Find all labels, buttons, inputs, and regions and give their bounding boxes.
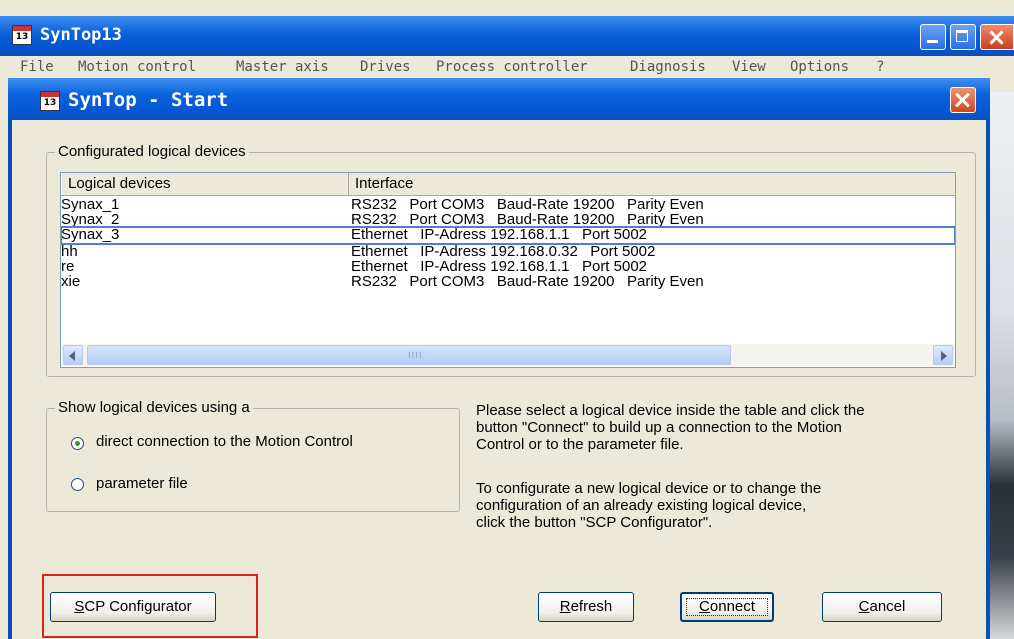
app-icon[interactable]: 13 (12, 25, 32, 45)
instruction-line: button "Connect" to build up a connectio… (476, 419, 842, 436)
device-interface: Ethernet IP-Adress 192.168.1.1 Port 5002 (351, 226, 648, 243)
refresh-button-mnemonic: R (559, 598, 571, 615)
show-devices-group: Show logical devices using a (46, 399, 460, 512)
connect-button[interactable]: Connect (680, 592, 774, 622)
cancel-button[interactable]: Cancel (822, 592, 942, 622)
device-name: Synax_1 (61, 196, 120, 213)
table-row[interactable]: xie RS232 Port COM3 Baud-Rate 19200 Pari… (61, 274, 955, 289)
device-name: hh (61, 243, 78, 260)
close-icon[interactable] (980, 24, 1014, 50)
menu-help[interactable]: ? (876, 59, 884, 75)
device-name: re (61, 258, 75, 275)
dialog-titlebar[interactable]: 13 SynTop - Start (8, 78, 990, 120)
scroll-right-button[interactable] (933, 345, 953, 365)
menu-options[interactable]: Options (790, 59, 849, 75)
table-row[interactable]: Synax_1 RS232 Port COM3 Baud-Rate 19200 … (61, 197, 955, 212)
table-row[interactable]: re Ethernet IP-Adress 192.168.1.1 Port 5… (61, 259, 955, 274)
scroll-grip: IIII (408, 351, 423, 361)
instruction-line: configuration of an already existing log… (476, 497, 807, 514)
chevron-left-icon (69, 351, 75, 361)
device-name: xie (61, 273, 81, 290)
menubar: File Motion control Master axis Drives P… (0, 56, 1014, 78)
cancel-button-mnemonic: C (858, 598, 870, 615)
column-header-logical-devices[interactable]: Logical devices (61, 173, 349, 195)
device-name: Synax_3 (61, 226, 120, 243)
main-titlebar[interactable] (0, 16, 1014, 56)
menu-file[interactable]: File (20, 59, 54, 75)
focus-rectangle (686, 598, 768, 616)
device-interface: Ethernet IP-Adress 192.168.1.1 Port 5002 (351, 258, 648, 275)
radio-direct-connection[interactable] (71, 437, 84, 450)
instruction-line: Please select a logical device inside th… (476, 402, 865, 419)
cancel-button-label: ancel (869, 598, 906, 615)
menu-process-controller[interactable]: Process controller (436, 59, 588, 75)
dialog-icon-label: 13 (43, 98, 57, 108)
table-row-selected[interactable]: Synax_3 Ethernet IP-Adress 192.168.1.1 P… (61, 226, 955, 245)
devices-group-legend: Configurated logical devices (55, 143, 249, 160)
device-interface: Ethernet IP-Adress 192.168.0.32 Port 500… (351, 243, 656, 260)
menu-master-axis[interactable]: Master axis (236, 59, 329, 75)
show-group-legend: Show logical devices using a (55, 399, 253, 416)
menu-view[interactable]: View (732, 59, 766, 75)
device-interface: RS232 Port COM3 Baud-Rate 19200 Parity E… (351, 273, 704, 290)
scroll-left-button[interactable] (63, 345, 83, 365)
refresh-button-label: efresh (570, 598, 613, 615)
radio-parameter-file[interactable] (71, 478, 84, 491)
minimize-icon[interactable] (920, 24, 946, 50)
table-row[interactable]: hh Ethernet IP-Adress 192.168.0.32 Port … (61, 244, 955, 259)
main-window-edge (0, 78, 8, 639)
dialog-close-icon[interactable] (950, 87, 976, 113)
app-icon-label: 13 (15, 32, 29, 42)
maximize-icon[interactable] (950, 24, 976, 50)
radio-parameter-file-label[interactable]: parameter file (96, 475, 188, 492)
instruction-line: To configurate a new logical device or t… (476, 480, 822, 497)
menu-diagnosis[interactable]: Diagnosis (630, 59, 706, 75)
menu-motion-control[interactable]: Motion control (78, 59, 196, 75)
device-interface: RS232 Port COM3 Baud-Rate 19200 Parity E… (351, 196, 704, 213)
chevron-right-icon (941, 351, 947, 361)
main-window-title: SynTop13 (40, 25, 122, 45)
scroll-thumb[interactable]: IIII (87, 345, 731, 365)
device-name: Synax_2 (61, 211, 120, 228)
dialog-title: SynTop - Start (68, 89, 229, 111)
device-interface: RS232 Port COM3 Baud-Rate 19200 Parity E… (351, 211, 704, 228)
devices-table: Logical devices Interface Synax_1 RS232 … (60, 172, 956, 368)
table-header: Logical devices Interface (61, 173, 955, 196)
horizontal-scrollbar[interactable]: IIII (61, 344, 955, 366)
background-image (990, 92, 1014, 639)
dialog-icon: 13 (40, 91, 60, 111)
column-header-interface[interactable]: Interface (349, 173, 955, 195)
table-row[interactable]: Synax_2 RS232 Port COM3 Baud-Rate 19200 … (61, 212, 955, 227)
refresh-button[interactable]: Refresh (538, 592, 634, 622)
menu-drives[interactable]: Drives (360, 59, 411, 75)
instruction-line: Control or to the parameter file. (476, 436, 684, 453)
radio-direct-connection-label[interactable]: direct connection to the Motion Control (96, 433, 353, 450)
instruction-line: click the button "SCP Configurator". (476, 514, 713, 531)
highlight-annotation (42, 574, 258, 638)
